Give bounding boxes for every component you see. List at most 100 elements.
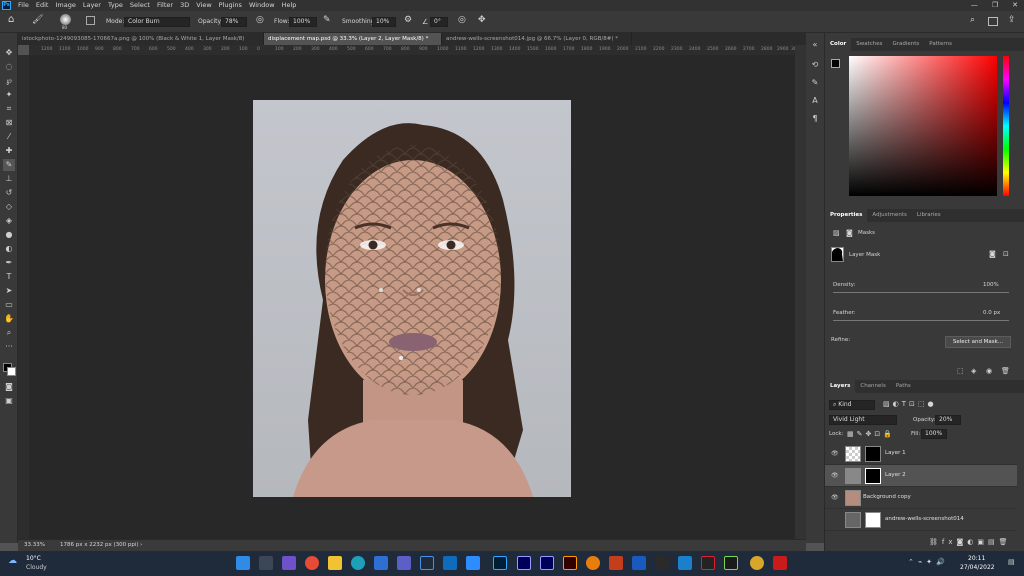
share-icon[interactable]: ⇪ — [1008, 15, 1016, 25]
blender-icon[interactable] — [586, 556, 600, 570]
quick-mask-icon[interactable]: ◙ — [3, 381, 15, 393]
tab-libraries[interactable]: Libraries — [912, 209, 946, 222]
apply-mask-icon[interactable]: ◈ — [971, 367, 976, 375]
character-panel-icon[interactable]: A — [809, 95, 821, 107]
tab-layers[interactable]: Layers — [825, 380, 856, 393]
menu-select[interactable]: Select — [130, 0, 150, 11]
edge-icon[interactable] — [351, 556, 365, 570]
eye-icon[interactable]: · — [831, 516, 833, 523]
more-tools-icon[interactable]: ··· — [3, 341, 15, 353]
photoshop-taskbar-icon[interactable] — [493, 556, 507, 570]
roblox-icon[interactable] — [773, 556, 787, 570]
crop-tool-icon[interactable]: ⌗ — [3, 103, 15, 115]
frame-tool-icon[interactable]: ⊠ — [3, 117, 15, 129]
paint-bucket-icon[interactable]: ◈ — [3, 215, 15, 227]
tab-properties[interactable]: Properties — [825, 209, 868, 222]
brush-preview-icon[interactable] — [60, 14, 71, 25]
hand-tool-icon[interactable]: ✋ — [3, 313, 15, 325]
notifications-icon[interactable]: ▤ — [1008, 558, 1015, 566]
store-icon[interactable] — [420, 556, 434, 570]
mask-icon[interactable]: ◙ — [846, 229, 853, 237]
menu-edit[interactable]: Edit — [36, 0, 49, 11]
layer-name[interactable]: andrew-wells-screenshot014 — [885, 516, 964, 522]
unity-icon[interactable] — [655, 556, 669, 570]
density-value[interactable]: 100% — [983, 282, 999, 288]
lock-icons[interactable]: ▦✎✥⊡🔒 — [847, 430, 895, 438]
dodge-tool-icon[interactable]: ◐ — [3, 243, 15, 255]
tab-adjustments[interactable]: Adjustments — [867, 209, 911, 222]
path-select-icon[interactable]: ➤ — [3, 285, 15, 297]
painter-icon[interactable] — [701, 556, 715, 570]
history-brush-icon[interactable]: ↺ — [3, 187, 15, 199]
shape-tool-icon[interactable]: ▭ — [3, 299, 15, 311]
add-pixel-mask-icon[interactable]: ◙ — [989, 250, 996, 258]
delete-mask-icon[interactable]: 🗑 — [1001, 367, 1010, 375]
density-slider[interactable] — [833, 292, 1009, 293]
type-tool-icon[interactable]: T — [3, 271, 15, 283]
menu-3d[interactable]: 3D — [180, 0, 189, 11]
premiere-icon[interactable] — [517, 556, 531, 570]
smoothing-input[interactable]: 10% — [372, 17, 396, 27]
teams-icon[interactable] — [397, 556, 411, 570]
layer-actions-icons[interactable]: ⛓fx◙◐▣▤🗑 — [929, 538, 1012, 546]
powerpoint-icon[interactable] — [609, 556, 623, 570]
search-icon[interactable] — [259, 556, 273, 570]
document-image[interactable] — [253, 100, 571, 497]
tab-patterns[interactable]: Patterns — [924, 38, 957, 51]
mode-select[interactable]: Color Burn — [124, 17, 190, 27]
tab-swatches[interactable]: Swatches — [851, 38, 887, 51]
layer-opacity-input[interactable]: 20% — [935, 415, 961, 425]
blend-mode-select[interactable]: Vivid Light — [829, 415, 897, 425]
after-effects-icon[interactable] — [540, 556, 554, 570]
pressure-opacity-icon[interactable]: ◎ — [256, 15, 264, 25]
davinci-icon[interactable] — [750, 556, 764, 570]
menu-filter[interactable]: Filter — [157, 0, 173, 11]
symmetry-icon[interactable]: ✥ — [478, 15, 486, 25]
move-tool-icon[interactable]: ✥ — [3, 47, 15, 59]
healing-brush-icon[interactable]: ✚ — [3, 145, 15, 157]
feather-slider[interactable] — [833, 320, 1009, 321]
tab-gradients[interactable]: Gradients — [887, 38, 924, 51]
teams-chat-icon[interactable] — [282, 556, 296, 570]
layer-filter-icons[interactable]: ▨◐T⊡⬚● — [883, 400, 937, 408]
menu-image[interactable]: Image — [55, 0, 75, 11]
mail-icon[interactable] — [374, 556, 388, 570]
layer-name[interactable]: Background copy — [863, 494, 911, 500]
status-arrow-icon[interactable]: › — [140, 540, 142, 551]
file-explorer-icon[interactable] — [328, 556, 342, 570]
layer-row[interactable]: · andrew-wells-screenshot014 — [825, 509, 1017, 531]
windows-start-icon[interactable] — [236, 556, 250, 570]
menu-layer[interactable]: Layer — [83, 0, 101, 11]
eye-icon[interactable]: 👁 — [831, 494, 839, 501]
gear-icon[interactable]: ⚙ — [404, 15, 412, 25]
minimize-icon[interactable]: — — [971, 0, 978, 11]
maximize-icon[interactable]: ❐ — [992, 0, 998, 11]
workspace-icon[interactable] — [988, 17, 998, 26]
eyedropper-icon[interactable]: ⁄ — [3, 131, 15, 143]
outlook-icon[interactable] — [443, 556, 457, 570]
magic-wand-icon[interactable]: ✦ — [3, 89, 15, 101]
layer-mask-thumbnail[interactable] — [831, 247, 844, 262]
brush-tool-icon[interactable]: 🖌 — [32, 15, 43, 25]
pen-tool-icon[interactable]: ✒ — [3, 257, 15, 269]
visibility-icon[interactable]: ◉ — [986, 367, 992, 375]
zoom-level[interactable]: 33.33% — [24, 540, 45, 551]
background-color-swatch[interactable] — [7, 367, 16, 376]
home-icon[interactable]: ⌂ — [8, 15, 14, 25]
eye-icon[interactable]: 👁 — [831, 472, 839, 479]
menu-view[interactable]: View — [196, 0, 211, 11]
add-vector-mask-icon[interactable]: ⊡ — [1003, 250, 1009, 258]
eraser-icon[interactable]: ◇ — [3, 201, 15, 213]
hue-slider[interactable] — [1003, 56, 1009, 196]
history-panel-icon[interactable]: ⟲ — [809, 59, 821, 71]
load-selection-icon[interactable]: ⬚ — [957, 367, 964, 375]
screen-mode-icon[interactable]: ▣ — [3, 395, 15, 407]
substance-icon[interactable] — [724, 556, 738, 570]
vertical-scrollbar[interactable] — [795, 45, 806, 539]
layer-row[interactable]: 👁 Background copy — [825, 487, 1017, 509]
layer-row[interactable]: 👁 Layer 2 — [825, 465, 1017, 487]
layer-name[interactable]: Layer 1 — [885, 450, 906, 456]
tab-andrew-wells[interactable]: andrew-wells-screenshot014.jpg @ 66.7% (… — [442, 33, 632, 45]
brush-settings-icon[interactable] — [86, 16, 95, 25]
menu-window[interactable]: Window — [249, 0, 275, 11]
